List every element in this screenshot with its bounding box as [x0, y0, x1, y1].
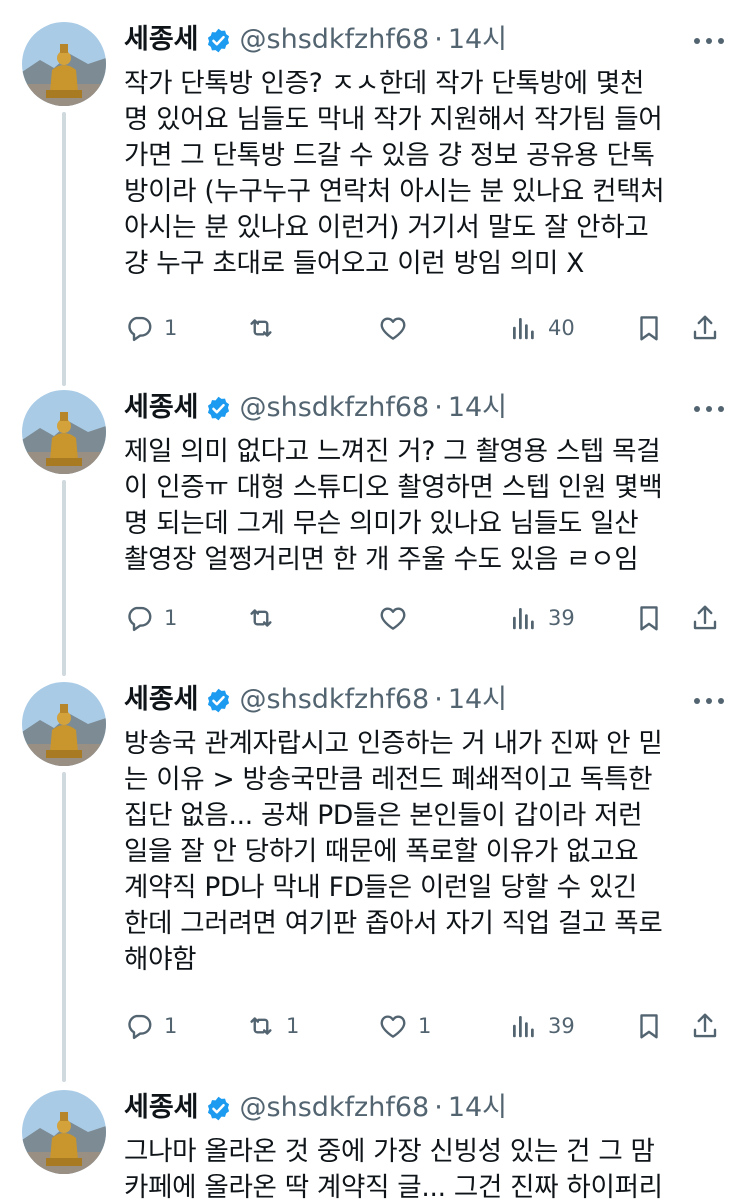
share-button[interactable]: [690, 308, 720, 348]
heart-icon: [380, 317, 406, 340]
tweet[interactable]: 세종세 @shsdkfzhf68 · 14시 제일 의미 없다고 느껴진 거? …: [0, 368, 744, 660]
more-icon[interactable]: [694, 26, 724, 56]
views-count: 39: [548, 606, 575, 630]
retweet-button[interactable]: 1: [246, 1006, 299, 1046]
separator-dot: ·: [434, 684, 443, 715]
timestamp[interactable]: 14시: [448, 20, 507, 60]
timestamp[interactable]: 14시: [448, 680, 507, 720]
retweet-count: 1: [286, 1014, 300, 1038]
more-icon[interactable]: [694, 686, 724, 716]
reply-icon: [128, 606, 152, 632]
bookmark-button[interactable]: [634, 598, 664, 638]
reply-count: 1: [164, 316, 178, 340]
verified-badge-icon: [205, 1095, 232, 1122]
avatar[interactable]: [22, 1090, 106, 1174]
views-button[interactable]: 39: [508, 598, 575, 638]
retweet-button[interactable]: [246, 598, 286, 638]
tweet-text: 작가 단톡방 인증? ㅈㅅ한데 작가 단톡방에 몇천 명 있어요 님들도 막내 …: [124, 68, 665, 279]
tweet-header: 세종세 @shsdkfzhf68 · 14시: [124, 680, 507, 720]
views-button[interactable]: 39: [508, 1006, 575, 1046]
like-button[interactable]: 1: [378, 1006, 431, 1046]
avatar-statue-image: [22, 1090, 106, 1174]
share-icon: [693, 1013, 717, 1038]
reply-icon: [128, 316, 152, 342]
tweet-header: 세종세 @shsdkfzhf68 · 14시: [124, 20, 507, 60]
timestamp[interactable]: 14시: [448, 388, 507, 428]
display-name[interactable]: 세종세: [124, 20, 199, 60]
views-icon: [513, 608, 534, 630]
reply-button[interactable]: 1: [124, 308, 177, 348]
share-icon: [693, 315, 717, 340]
avatar-statue-image: [22, 682, 106, 766]
bookmark-button[interactable]: [634, 308, 664, 348]
bookmark-icon: [640, 606, 658, 631]
timestamp[interactable]: 14시: [448, 1088, 507, 1128]
separator-dot: ·: [434, 24, 443, 55]
heart-icon: [380, 607, 406, 630]
share-button[interactable]: [690, 1006, 720, 1046]
action-bar: 1 39: [124, 598, 726, 638]
tweet-text: 그나마 올라온 것 중에 가장 신빙성 있는 건 그 맘 카페에 올라온 딱 계…: [124, 1136, 663, 1200]
display-name[interactable]: 세종세: [124, 388, 199, 428]
views-count: 39: [548, 1014, 575, 1038]
share-button[interactable]: [690, 598, 720, 638]
tweet-header: 세종세 @shsdkfzhf68 · 14시: [124, 388, 507, 428]
retweet-icon: [250, 609, 272, 627]
views-button[interactable]: 40: [508, 308, 575, 348]
separator-dot: ·: [434, 1092, 443, 1123]
avatar-statue-image: [22, 390, 106, 474]
display-name[interactable]: 세종세: [124, 1088, 199, 1128]
user-handle[interactable]: @shsdkfzhf68: [240, 680, 430, 720]
avatar-statue-image: [22, 22, 106, 106]
user-handle[interactable]: @shsdkfzhf68: [240, 20, 430, 60]
reply-button[interactable]: 1: [124, 598, 177, 638]
user-handle[interactable]: @shsdkfzhf68: [240, 388, 430, 428]
retweet-icon: [250, 1017, 272, 1035]
separator-dot: ·: [434, 392, 443, 423]
action-bar: 1 40: [124, 308, 726, 348]
retweet-button[interactable]: [246, 308, 286, 348]
bookmark-icon: [640, 316, 658, 341]
views-icon: [513, 318, 534, 340]
bookmark-icon: [640, 1014, 658, 1039]
reply-count: 1: [164, 1014, 178, 1038]
verified-badge-icon: [205, 27, 232, 54]
action-bar: 1 1 1 39: [124, 1006, 726, 1046]
views-icon: [513, 1016, 534, 1038]
avatar[interactable]: [22, 390, 106, 474]
like-button[interactable]: [378, 598, 418, 638]
display-name[interactable]: 세종세: [124, 680, 199, 720]
avatar[interactable]: [22, 682, 106, 766]
reply-count: 1: [164, 606, 178, 630]
user-handle[interactable]: @shsdkfzhf68: [240, 1088, 430, 1128]
retweet-icon: [250, 319, 272, 337]
share-icon: [693, 605, 717, 630]
like-count: 1: [418, 1014, 432, 1038]
tweet[interactable]: 세종세 @shsdkfzhf68 · 14시 그나마 올라온 것 중에 가장 신…: [0, 1068, 744, 1200]
tweet-header: 세종세 @shsdkfzhf68 · 14시: [124, 1088, 507, 1128]
more-icon[interactable]: [694, 394, 724, 424]
heart-icon: [380, 1015, 406, 1038]
tweet-text: 제일 의미 없다고 느껴진 거? 그 촬영용 스텝 목걸 이 인증ㅠ 대형 스튜…: [124, 436, 663, 575]
verified-badge-icon: [205, 687, 232, 714]
tweet-text: 방송국 관계자랍시고 인증하는 거 내가 진짜 안 믿 는 이유 > 방송국만큼…: [124, 728, 663, 975]
reply-icon: [128, 1014, 152, 1040]
verified-badge-icon: [205, 395, 232, 422]
bookmark-button[interactable]: [634, 1006, 664, 1046]
tweet[interactable]: 세종세 @shsdkfzhf68 · 14시 작가 단톡방 인증? ㅈㅅ한데 작…: [0, 0, 744, 368]
avatar[interactable]: [22, 22, 106, 106]
views-count: 40: [548, 316, 575, 340]
reply-button[interactable]: 1: [124, 1006, 177, 1046]
tweet[interactable]: 세종세 @shsdkfzhf68 · 14시 방송국 관계자랍시고 인증하는 거…: [0, 660, 744, 1068]
like-button[interactable]: [378, 308, 418, 348]
